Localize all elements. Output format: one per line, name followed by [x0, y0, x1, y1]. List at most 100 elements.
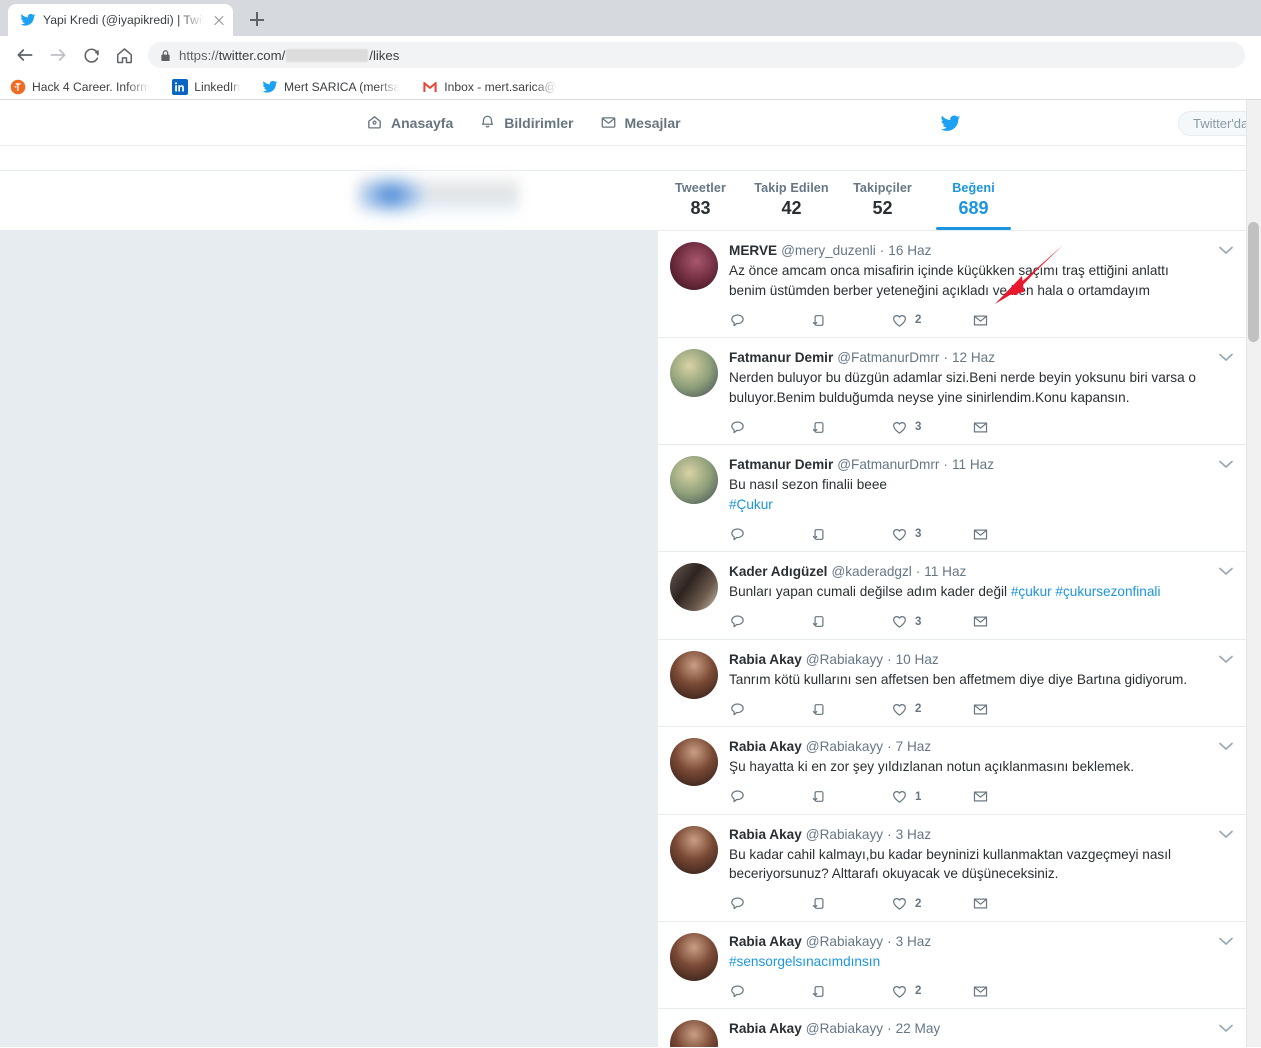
retweet-button[interactable]	[810, 312, 891, 329]
tweet-hashtags[interactable]: #Çukur	[729, 497, 773, 512]
reply-button[interactable]	[729, 983, 810, 1000]
reply-button[interactable]	[729, 526, 810, 543]
chevron-down-icon[interactable]	[1218, 352, 1234, 362]
chevron-down-icon[interactable]	[1218, 741, 1234, 751]
chevron-down-icon[interactable]	[1218, 459, 1234, 469]
chevron-down-icon[interactable]	[1218, 829, 1234, 839]
avatar[interactable]	[670, 1020, 718, 1047]
retweet-button[interactable]	[810, 895, 891, 912]
retweet-button[interactable]	[810, 613, 891, 630]
direct-message-button[interactable]	[972, 895, 1053, 912]
retweet-button[interactable]	[810, 788, 891, 805]
tweet-date[interactable]: 3 Haz	[896, 827, 932, 842]
like-button[interactable]: 3	[891, 526, 972, 543]
stat-begeni[interactable]: Beğeni 689	[928, 171, 1019, 230]
stat-takipciler[interactable]: Takipçiler 52	[837, 171, 928, 230]
direct-message-button[interactable]	[972, 419, 1053, 436]
tweet-author-handle[interactable]: @FatmanurDmrr	[837, 350, 939, 365]
close-icon[interactable]	[211, 12, 227, 28]
bookmark-linkedin[interactable]: LinkedIn	[172, 78, 240, 95]
avatar[interactable]	[670, 456, 718, 504]
tweet-item[interactable]: Rabia Akay @Rabiakayy · 3 Haz #sensorgelsın…	[658, 921, 1246, 1009]
chevron-down-icon[interactable]	[1218, 245, 1234, 255]
tweet-author-name[interactable]: Rabia Akay	[729, 827, 802, 842]
avatar[interactable]	[670, 563, 718, 611]
like-button[interactable]: 1	[891, 788, 972, 805]
tweet-author-handle[interactable]: @kaderadgzl	[831, 564, 911, 579]
chevron-down-icon[interactable]	[1218, 1023, 1234, 1033]
direct-message-button[interactable]	[972, 788, 1053, 805]
tweet-item[interactable]: MERVE @mery_duzenli · 16 Haz Az önce amcam …	[658, 231, 1246, 338]
tweet-item[interactable]: Fatmanur Demir @FatmanurDmrr · 12 Haz Nerde…	[658, 338, 1246, 445]
tweet-author-handle[interactable]: @Rabiakayy	[806, 739, 883, 754]
chevron-down-icon[interactable]	[1218, 566, 1234, 576]
tweet-item[interactable]: Rabia Akay @Rabiakayy · 3 Haz Bu kadar cahi…	[658, 814, 1246, 922]
stat-tweetler[interactable]: Tweetler 83	[655, 171, 746, 230]
stat-takip-edilen[interactable]: Takip Edilen 42	[746, 171, 837, 230]
reply-button[interactable]	[729, 613, 810, 630]
tweet-date[interactable]: 16 Haz	[888, 243, 931, 258]
tweet-date[interactable]: 7 Haz	[896, 739, 932, 754]
reply-button[interactable]	[729, 419, 810, 436]
reply-button[interactable]	[729, 312, 810, 329]
tweet-date[interactable]: 12 Haz	[952, 350, 995, 365]
nav-item-mesajlar[interactable]: Mesajlar	[600, 114, 681, 131]
tweet-author-handle[interactable]: @mery_duzenli	[781, 243, 876, 258]
retweet-button[interactable]	[810, 419, 891, 436]
home-button[interactable]	[109, 40, 139, 70]
tweet-author-handle[interactable]: @Rabiakayy	[806, 652, 883, 667]
like-button[interactable]: 2	[891, 895, 972, 912]
tweet-date[interactable]: 10 Haz	[896, 652, 939, 667]
back-button[interactable]	[10, 40, 40, 70]
tweet-item[interactable]: Rabia Akay @Rabiakayy · 7 Haz Şu hayatta ki…	[658, 727, 1246, 815]
tweet-date[interactable]: 22 May	[896, 1021, 941, 1036]
tweet-date[interactable]: 11 Haz	[924, 564, 966, 579]
like-button[interactable]: 2	[891, 983, 972, 1000]
like-button[interactable]: 2	[891, 701, 972, 718]
tweet-author-name[interactable]: Fatmanur Demir	[729, 350, 833, 365]
reply-button[interactable]	[729, 788, 810, 805]
reply-button[interactable]	[729, 895, 810, 912]
tweet-author-handle[interactable]: @Rabiakayy	[806, 934, 883, 949]
forward-button[interactable]	[43, 40, 73, 70]
bookmark-inbox[interactable]: Inbox - mert.sarica@	[422, 79, 557, 95]
direct-message-button[interactable]	[972, 312, 1053, 329]
like-button[interactable]: 3	[891, 419, 972, 436]
retweet-button[interactable]	[810, 983, 891, 1000]
avatar[interactable]	[670, 650, 718, 699]
page-scrollbar[interactable]	[1246, 100, 1261, 1047]
scrollbar-thumb[interactable]	[1248, 222, 1259, 342]
direct-message-button[interactable]	[972, 613, 1053, 630]
avatar[interactable]	[670, 349, 718, 397]
avatar[interactable]	[670, 738, 718, 786]
like-button[interactable]: 3	[891, 613, 972, 630]
twitter-logo-icon[interactable]	[938, 113, 963, 134]
like-button[interactable]: 2	[891, 312, 972, 329]
tweet-item[interactable]: Rabia Akay @Rabiakayy · 22 May	[658, 1009, 1246, 1047]
avatar[interactable]	[670, 825, 718, 874]
tweet-author-handle[interactable]: @Rabiakayy	[806, 1021, 883, 1036]
direct-message-button[interactable]	[972, 526, 1053, 543]
tweet-author-name[interactable]: MERVE	[729, 243, 777, 258]
retweet-button[interactable]	[810, 526, 891, 543]
bookmark-mert-sarica[interactable]: Mert SARICA (mertsa	[262, 79, 400, 95]
tweet-item[interactable]: Rabia Akay @Rabiakayy · 10 Haz Tanrım kötü …	[658, 639, 1246, 727]
tweet-author-name[interactable]: Rabia Akay	[729, 739, 802, 754]
nav-item-bildirimler[interactable]: Bildirimler	[479, 114, 574, 131]
avatar[interactable]	[670, 932, 718, 981]
direct-message-button[interactable]	[972, 983, 1053, 1000]
tweet-author-name[interactable]: Rabia Akay	[729, 1021, 802, 1036]
tweet-item[interactable]: Fatmanur Demir @FatmanurDmrr · 11 Haz Bu na…	[658, 445, 1246, 552]
tweet-author-handle[interactable]: @Rabiakayy	[806, 827, 883, 842]
tweet-date[interactable]: 11 Haz	[952, 457, 994, 472]
chevron-down-icon[interactable]	[1218, 936, 1234, 946]
tweet-date[interactable]: 3 Haz	[896, 934, 932, 949]
tweet-hashtags[interactable]: #sensorgelsınacımdınsın	[729, 954, 880, 969]
chevron-down-icon[interactable]	[1218, 654, 1234, 664]
nav-item-anasayfa[interactable]: Anasayfa	[366, 114, 453, 131]
reload-button[interactable]	[76, 40, 106, 70]
retweet-button[interactable]	[810, 701, 891, 718]
tweet-author-name[interactable]: Kader Adıgüzel	[729, 564, 827, 579]
tweet-hashtags[interactable]: #çukur #çukursezonfinali	[1011, 584, 1161, 599]
avatar[interactable]	[670, 242, 718, 290]
